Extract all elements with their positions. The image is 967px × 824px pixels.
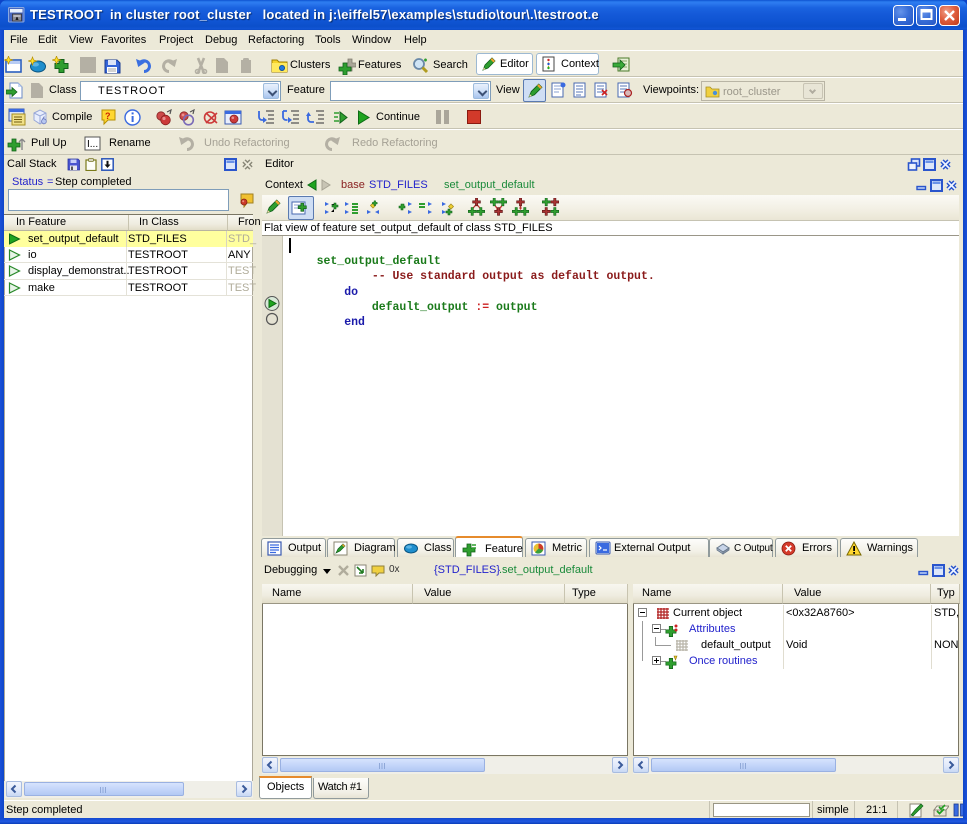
svg-text:?: ?: [105, 111, 111, 121]
svg-text:I...: I...: [87, 139, 98, 150]
